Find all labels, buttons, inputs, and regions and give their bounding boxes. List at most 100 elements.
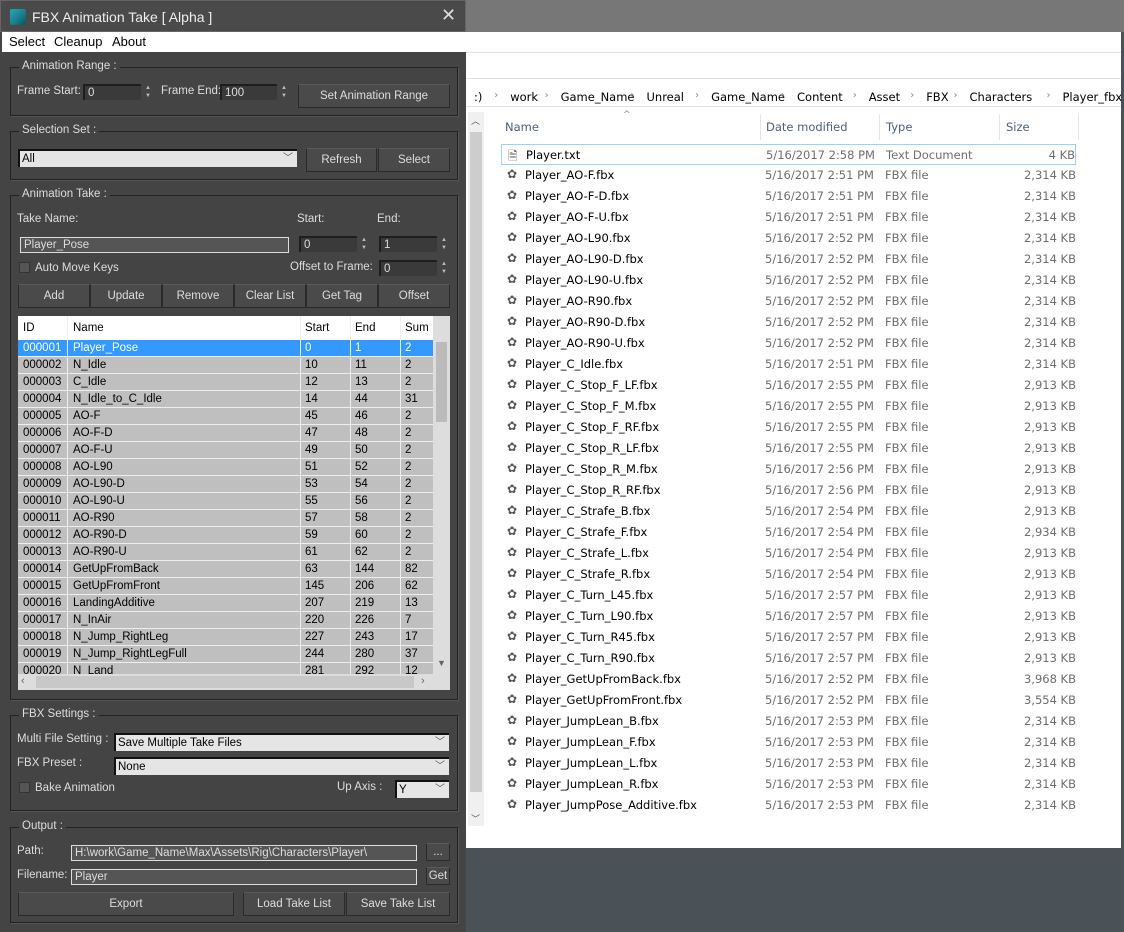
multi-file-setting-dropdown[interactable]: Save Multiple Take Files ﹀ (114, 733, 449, 751)
scroll-down-icon[interactable]: ▼ (437, 658, 446, 668)
file-row[interactable]: ✿ Player_C_Strafe_F.fbx 5/16/2017 2:54 PM F… (501, 522, 1076, 543)
table-row[interactable]: 000002 N_Idle 10 11 2 (18, 357, 433, 374)
table-row[interactable]: 000009 AO-L90-D 53 54 2 (18, 476, 433, 493)
auto-move-keys-checkbox[interactable] (19, 262, 30, 273)
menu-select[interactable]: Select (9, 34, 45, 49)
table-row[interactable]: 000019 N_Jump_RightLegFull 244 280 37 (18, 646, 433, 663)
table-row[interactable]: 000012 AO-R90-D 59 60 2 (18, 527, 433, 544)
file-row[interactable]: ✿ Player_C_Strafe_L.fbx 5/16/2017 2:54 PM F… (501, 543, 1076, 564)
column-header-sum[interactable]: Sum (405, 322, 429, 334)
path-input[interactable]: H:\work\Game_Name\Max\Assets\Rig\Charact… (71, 845, 417, 861)
file-row[interactable]: ✿ Player_AO-F-U.fbx 5/16/2017 2:51 PM FBX f… (501, 207, 1076, 228)
column-name[interactable]: Name (505, 120, 539, 134)
file-row[interactable]: ✿ Player_C_Stop_F_LF.fbx 5/16/2017 2:55 PM… (501, 375, 1076, 396)
save-take-list-button[interactable]: Save Take List (346, 892, 450, 916)
menu-about[interactable]: About (112, 34, 146, 49)
clear-list-button[interactable]: Clear List (234, 284, 306, 308)
export-button[interactable]: Export (18, 892, 234, 916)
column-header-id[interactable]: ID (23, 322, 35, 334)
update-button[interactable]: Update (90, 284, 162, 308)
spinner-arrows-icon[interactable]: ▲ ▼ (439, 236, 449, 253)
file-row[interactable]: ✿ Player_AO-R90-U.fbx 5/16/2017 2:52 PM FBX… (501, 333, 1076, 354)
table-row[interactable]: 000010 AO-L90-U 55 56 2 (18, 493, 433, 510)
table-row[interactable]: 000016 LandingAdditive 207 219 13 (18, 595, 433, 612)
table-row[interactable]: 000015 GetUpFromFront 145 206 62 (18, 578, 433, 595)
file-row[interactable]: ✿ Player_C_Strafe_R.fbx 5/16/2017 2:54 PM F… (501, 564, 1076, 585)
file-row[interactable]: ✿ Player_JumpLean_L.fbx 5/16/2017 2:53 PM F… (501, 753, 1076, 774)
file-row[interactable]: ✿ Player_GetUpFromFront.fbx 5/16/2017 2:52… (501, 690, 1076, 711)
take-end-spinner[interactable]: 1 ▲ ▼ (379, 236, 447, 252)
horizontal-scrollbar[interactable]: ‹ › (18, 674, 450, 690)
set-animation-range-button[interactable]: Set Animation Range (298, 84, 450, 108)
table-row[interactable]: 000001 Player_Pose 0 1 2 (18, 340, 433, 357)
file-row[interactable]: ✿ Player_C_Strafe_B.fbx 5/16/2017 2:54 PM F… (501, 501, 1076, 522)
column-header-end[interactable]: End (355, 322, 375, 334)
select-button[interactable]: Select (378, 148, 450, 172)
scroll-up-icon[interactable]: ︿ (471, 114, 480, 127)
breadcrumb-item[interactable]: :) (474, 90, 482, 104)
file-row[interactable]: ✿ Player_C_Stop_R_M.fbx 5/16/2017 2:56 PM F… (501, 459, 1076, 480)
close-icon[interactable]: ✕ (441, 5, 456, 26)
up-axis-dropdown[interactable]: Y ﹀ (395, 780, 449, 798)
file-row[interactable]: ✿ Player_AO-R90.fbx 5/16/2017 2:52 PM FBX f… (501, 291, 1076, 312)
scrollbar-thumb[interactable] (36, 676, 414, 688)
breadcrumb-item[interactable]: FBX (926, 90, 948, 104)
column-type[interactable]: Type (886, 120, 912, 134)
take-start-spinner[interactable]: 0 ▲ ▼ (299, 236, 367, 252)
file-row[interactable]: ✿ Player_JumpLean_B.fbx 5/16/2017 2:53 PM F… (501, 711, 1076, 732)
breadcrumb-item[interactable]: Game_Name (561, 90, 635, 104)
file-row[interactable]: ✿ Player_JumpLean_F.fbx 5/16/2017 2:53 PM F… (501, 732, 1076, 753)
remove-button[interactable]: Remove (162, 284, 234, 308)
scroll-left-icon[interactable]: ‹ (21, 675, 25, 687)
file-row[interactable]: ✿ Player_C_Stop_F_RF.fbx 5/16/2017 2:55 PM… (501, 417, 1076, 438)
vertical-scrollbar[interactable]: ▼ (433, 316, 450, 674)
column-date-modified[interactable]: Date modified (766, 120, 848, 134)
table-row[interactable]: 000006 AO-F-D 47 48 2 (18, 425, 433, 442)
offset-button[interactable]: Offset (378, 284, 450, 308)
spinner-arrows-icon[interactable]: ▲ ▼ (143, 84, 153, 101)
breadcrumb-item[interactable]: Player_fbx (1063, 90, 1123, 104)
menu-cleanup[interactable]: Cleanup (54, 34, 102, 49)
breadcrumb-item[interactable]: Unreal (647, 90, 685, 104)
file-row[interactable]: ✿ Player_C_Turn_R45.fbx 5/16/2017 2:57 PM F… (501, 627, 1076, 648)
table-row[interactable]: 000007 AO-F-U 49 50 2 (18, 442, 433, 459)
add-button[interactable]: Add (18, 284, 90, 308)
file-row[interactable]: ✿ Player_C_Turn_R90.fbx 5/16/2017 2:57 PM F… (501, 648, 1076, 669)
table-row[interactable]: 000008 AO-L90 51 52 2 (18, 459, 433, 476)
get-button[interactable]: Get (426, 867, 450, 885)
filename-input[interactable]: Player (71, 869, 417, 885)
table-row[interactable]: 000011 AO-R90 57 58 2 (18, 510, 433, 527)
spinner-arrows-icon[interactable]: ▲ ▼ (279, 84, 289, 101)
scrollbar-thumb[interactable] (436, 342, 447, 422)
table-row[interactable]: 000018 N_Jump_RightLeg 227 243 17 (18, 629, 433, 646)
take-list-table[interactable]: ID Name Start End Sum 000001 Player_Pose 0… (18, 316, 450, 690)
file-row[interactable]: ✿ Player_C_Stop_R_LF.fbx 5/16/2017 2:55 PM… (501, 438, 1076, 459)
fbx-preset-dropdown[interactable]: None ﹀ (114, 757, 449, 775)
table-row[interactable]: 000003 C_Idle 12 13 2 (18, 374, 433, 391)
breadcrumb-item[interactable]: Characters (970, 90, 1033, 104)
take-name-input[interactable]: Player_Pose (20, 237, 289, 253)
file-row[interactable]: 🗎 Player.txt 5/16/2017 2:58 PM Text Documen… (501, 144, 1076, 165)
table-row[interactable]: 000004 N_Idle_to_C_Idle 14 44 31 (18, 391, 433, 408)
breadcrumb-item[interactable]: Game_Name (711, 90, 785, 104)
refresh-button[interactable]: Refresh (306, 148, 377, 172)
breadcrumb-item[interactable]: work (510, 90, 538, 104)
table-row[interactable]: 000017 N_InAir 220 226 7 (18, 612, 433, 629)
file-row[interactable]: ✿ Player_JumpPose_Additive.fbx 5/16/2017 2… (501, 795, 1076, 816)
get-tag-button[interactable]: Get Tag (306, 284, 378, 308)
title-bar[interactable]: FBX Animation Take [ Alpha ] ✕ (0, 0, 466, 32)
frame-start-spinner[interactable]: 0 ▲ ▼ (83, 84, 151, 100)
file-row[interactable]: ✿ Player_C_Turn_L90.fbx 5/16/2017 2:57 PM F… (501, 606, 1076, 627)
spinner-arrows-icon[interactable]: ▲ ▼ (359, 236, 369, 253)
table-row[interactable]: 000013 AO-R90-U 61 62 2 (18, 544, 433, 561)
scroll-right-icon[interactable]: › (421, 675, 425, 687)
file-row[interactable]: ✿ Player_C_Stop_R_RF.fbx 5/16/2017 2:56 PM… (501, 480, 1076, 501)
bake-animation-checkbox[interactable] (19, 782, 30, 793)
selection-set-dropdown[interactable]: All ﹀ (18, 149, 297, 167)
breadcrumb[interactable]: :) › work › Game_Name › Unreal › Game_Name › Conte… (466, 86, 1123, 108)
file-row[interactable]: ✿ Player_AO-F.fbx 5/16/2017 2:51 PM FBX fil… (501, 165, 1076, 186)
file-row[interactable]: ✿ Player_C_Stop_F_M.fbx 5/16/2017 2:55 PM F… (501, 396, 1076, 417)
file-row[interactable]: ✿ Player_C_Turn_L45.fbx 5/16/2017 2:57 PM F… (501, 585, 1076, 606)
breadcrumb-item[interactable]: Content (797, 90, 843, 104)
load-take-list-button[interactable]: Load Take List (243, 892, 345, 916)
